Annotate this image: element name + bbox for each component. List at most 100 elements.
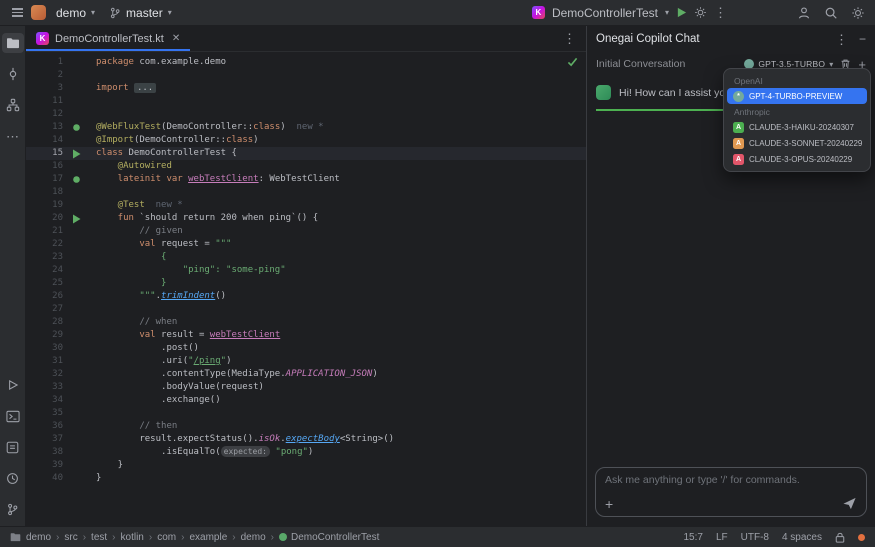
breadcrumb-item[interactable]: demo xyxy=(26,532,51,543)
code-line-27[interactable]: 27 xyxy=(26,303,586,316)
breadcrumb-item[interactable]: src xyxy=(64,532,77,543)
model-option[interactable]: A CLAUDE-3-HAIKU-20240307 xyxy=(727,119,867,135)
search-icon[interactable] xyxy=(824,6,838,20)
code-line-39[interactable]: 39 } xyxy=(26,459,586,472)
code-line-3[interactable]: 3 import ... xyxy=(26,82,586,95)
code-line-32[interactable]: 32 .contentType(MediaType.APPLICATION_JS… xyxy=(26,368,586,381)
code-line-17[interactable]: 17 lateinit var webTestClient: WebTestCl… xyxy=(26,173,586,186)
spring-bean-gutter-icon[interactable] xyxy=(68,175,84,184)
folded-import-region[interactable]: ... xyxy=(133,83,157,93)
code-line-24[interactable]: 24 "ping": "some-ping" xyxy=(26,264,586,277)
code-line-2[interactable]: 2 xyxy=(26,69,586,82)
model-option[interactable]: A CLAUDE-3-OPUS-20240229 xyxy=(727,151,867,167)
more-tool-windows-icon[interactable]: ⋯ xyxy=(2,126,24,146)
line-number: 37 xyxy=(52,434,63,444)
breadcrumb-item[interactable]: com xyxy=(157,532,176,543)
code-line-23[interactable]: 23 { xyxy=(26,251,586,264)
line-number: 14 xyxy=(52,135,63,145)
run-settings-gear-icon[interactable] xyxy=(694,6,707,19)
user-account-icon[interactable] xyxy=(797,6,811,20)
indent-setting[interactable]: 4 spaces xyxy=(782,532,822,543)
code-vision-hint[interactable]: new * xyxy=(145,200,183,210)
line-number: 26 xyxy=(52,291,63,301)
line-separator[interactable]: LF xyxy=(716,532,728,543)
code-line-13[interactable]: 13 @WebFluxTest(DemoController::class) ne… xyxy=(26,121,586,134)
main-menu-icon[interactable] xyxy=(10,6,25,18)
code-line-28[interactable]: 28 // when xyxy=(26,316,586,329)
code-line-14[interactable]: 14 @Import(DemoController::class) xyxy=(26,134,586,147)
run-gutter-icon[interactable] xyxy=(68,214,84,224)
token: "ping": "some-ping" xyxy=(96,265,286,275)
settings-gear-icon[interactable] xyxy=(851,6,865,20)
problems-icon[interactable] xyxy=(2,437,24,457)
breadcrumb-item[interactable]: test xyxy=(91,532,107,543)
chat-input-box[interactable]: Ask me anything or type '/' for commands… xyxy=(595,467,867,517)
code-line-18[interactable]: 18 xyxy=(26,186,586,199)
services-clock-icon[interactable] xyxy=(2,468,24,488)
code-line-11[interactable]: 11 xyxy=(26,95,586,108)
send-icon[interactable] xyxy=(842,496,857,511)
code-text: @WebFluxTest(DemoController::class) new … xyxy=(84,121,324,134)
git-icon[interactable] xyxy=(2,499,24,519)
line-number: 20 xyxy=(52,213,63,223)
code-line-34[interactable]: 34 .exchange() xyxy=(26,394,586,407)
code-editor[interactable]: 1 package com.example.demo 2 3 import ... 11 1… xyxy=(26,52,586,526)
spring-bean-gutter-icon[interactable] xyxy=(68,123,84,132)
hide-panel-icon[interactable]: − xyxy=(859,32,866,46)
breadcrumb-item[interactable]: DemoControllerTest xyxy=(278,532,379,543)
code-line-40[interactable]: 40} xyxy=(26,472,586,485)
terminal-icon[interactable] xyxy=(2,406,24,426)
breadcrumb-item[interactable]: kotlin xyxy=(121,532,144,543)
editor-tabbar: K DemoControllerTest.kt ✕ ⋮ xyxy=(26,26,586,52)
caret-position[interactable]: 15:7 xyxy=(683,532,702,543)
file-encoding[interactable]: UTF-8 xyxy=(741,532,769,543)
tab-democontrollertest[interactable]: K DemoControllerTest.kt ✕ xyxy=(26,26,191,51)
project-widget[interactable]: demo ▾ xyxy=(52,4,99,22)
code-line-19[interactable]: 19 @Test new * xyxy=(26,199,586,212)
code-line-15[interactable]: 15 class DemoControllerTest { xyxy=(26,147,586,160)
code-line-35[interactable]: 35 xyxy=(26,407,586,420)
attach-plus-icon[interactable]: + xyxy=(605,497,613,511)
chevron-down-icon[interactable]: ▾ xyxy=(665,8,669,17)
run-gutter-icon[interactable] xyxy=(68,149,84,159)
editor-options-icon[interactable]: ⋮ xyxy=(563,32,586,45)
run-tool-icon[interactable] xyxy=(2,375,24,395)
notification-dot[interactable] xyxy=(858,533,865,541)
run-button[interactable] xyxy=(676,7,687,18)
code-vision-hint[interactable]: new * xyxy=(286,122,324,132)
code-line-26[interactable]: 26 """.trimIndent() xyxy=(26,290,586,303)
inspections-ok-icon[interactable] xyxy=(567,57,578,67)
statusbar: demo › src › test › kotlin › com › example › demo › De… xyxy=(0,526,875,547)
structure-icon[interactable] xyxy=(2,95,24,115)
close-icon[interactable]: ✕ xyxy=(172,33,180,44)
code-line-38[interactable]: 38 .isEqualTo(expected: "pong") xyxy=(26,446,586,459)
run-config-name[interactable]: DemoControllerTest xyxy=(552,6,658,20)
lock-icon[interactable] xyxy=(835,532,845,543)
model-option[interactable]: * GPT-4-TURBO-PREVIEW xyxy=(727,88,867,104)
code-line-36[interactable]: 36 // then xyxy=(26,420,586,433)
project-icon[interactable] xyxy=(1,33,24,53)
code-line-20[interactable]: 20 fun `should return 200 when ping`() { xyxy=(26,212,586,225)
breadcrumb-item[interactable]: example xyxy=(189,532,227,543)
code-line-30[interactable]: 30 .post() xyxy=(26,342,586,355)
line-number: 25 xyxy=(52,278,63,288)
token: isOk xyxy=(258,434,281,444)
code-line-31[interactable]: 31 .uri("/ping") xyxy=(26,355,586,368)
breadcrumb-item[interactable]: demo xyxy=(241,532,266,543)
code-text: @Test new * xyxy=(84,199,183,212)
code-line-12[interactable]: 12 xyxy=(26,108,586,121)
code-line-37[interactable]: 37 result.expectStatus().isOk.expectBody… xyxy=(26,433,586,446)
branch-widget[interactable]: master ▾ xyxy=(105,4,176,22)
code-line-16[interactable]: 16 @Autowired xyxy=(26,160,586,173)
code-line-22[interactable]: 22 val request = """ xyxy=(26,238,586,251)
code-line-29[interactable]: 29 val result = webTestClient xyxy=(26,329,586,342)
code-line-33[interactable]: 33 .bodyValue(request) xyxy=(26,381,586,394)
model-option[interactable]: A CLAUDE-3-SONNET-20240229 xyxy=(727,135,867,151)
code-line-21[interactable]: 21 // given xyxy=(26,225,586,238)
code-line-1[interactable]: 1 package com.example.demo xyxy=(26,56,586,69)
class-icon xyxy=(278,533,287,541)
code-line-25[interactable]: 25 } xyxy=(26,277,586,290)
chat-options-icon[interactable]: ⋮ xyxy=(835,33,848,46)
commit-icon[interactable] xyxy=(2,64,24,84)
more-actions-icon[interactable]: ⋮ xyxy=(714,6,727,19)
